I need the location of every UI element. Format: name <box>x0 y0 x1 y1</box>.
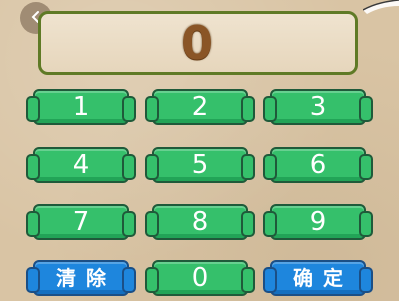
key-4[interactable]: 4 <box>26 145 136 185</box>
number-display: 0 <box>38 11 358 75</box>
key-2[interactable]: 2 <box>145 87 255 127</box>
key-7[interactable]: 7 <box>26 202 136 242</box>
key-label: 2 <box>191 92 209 122</box>
key-0[interactable]: 0 <box>145 258 255 298</box>
display-value: 0 <box>180 16 215 70</box>
key-5[interactable]: 5 <box>145 145 255 185</box>
key-label: 6 <box>309 150 327 180</box>
key-label: 9 <box>309 207 327 237</box>
key-label: 7 <box>72 207 90 237</box>
key-3[interactable]: 3 <box>263 87 373 127</box>
key-8[interactable]: 8 <box>145 202 255 242</box>
key-9[interactable]: 9 <box>263 202 373 242</box>
key-label: 3 <box>309 92 327 122</box>
key-label: 4 <box>72 150 90 180</box>
clear-label: 清除 <box>56 266 116 290</box>
key-label: 5 <box>191 150 209 180</box>
key-1[interactable]: 1 <box>26 87 136 127</box>
corner-decoration <box>363 0 399 14</box>
key-label: 1 <box>72 92 90 122</box>
clear-button[interactable]: 清除 <box>26 258 136 298</box>
key-6[interactable]: 6 <box>263 145 373 185</box>
key-label: 8 <box>191 207 209 237</box>
confirm-label: 确定 <box>293 266 353 290</box>
key-label: 0 <box>191 263 209 293</box>
confirm-button[interactable]: 确定 <box>263 258 373 298</box>
